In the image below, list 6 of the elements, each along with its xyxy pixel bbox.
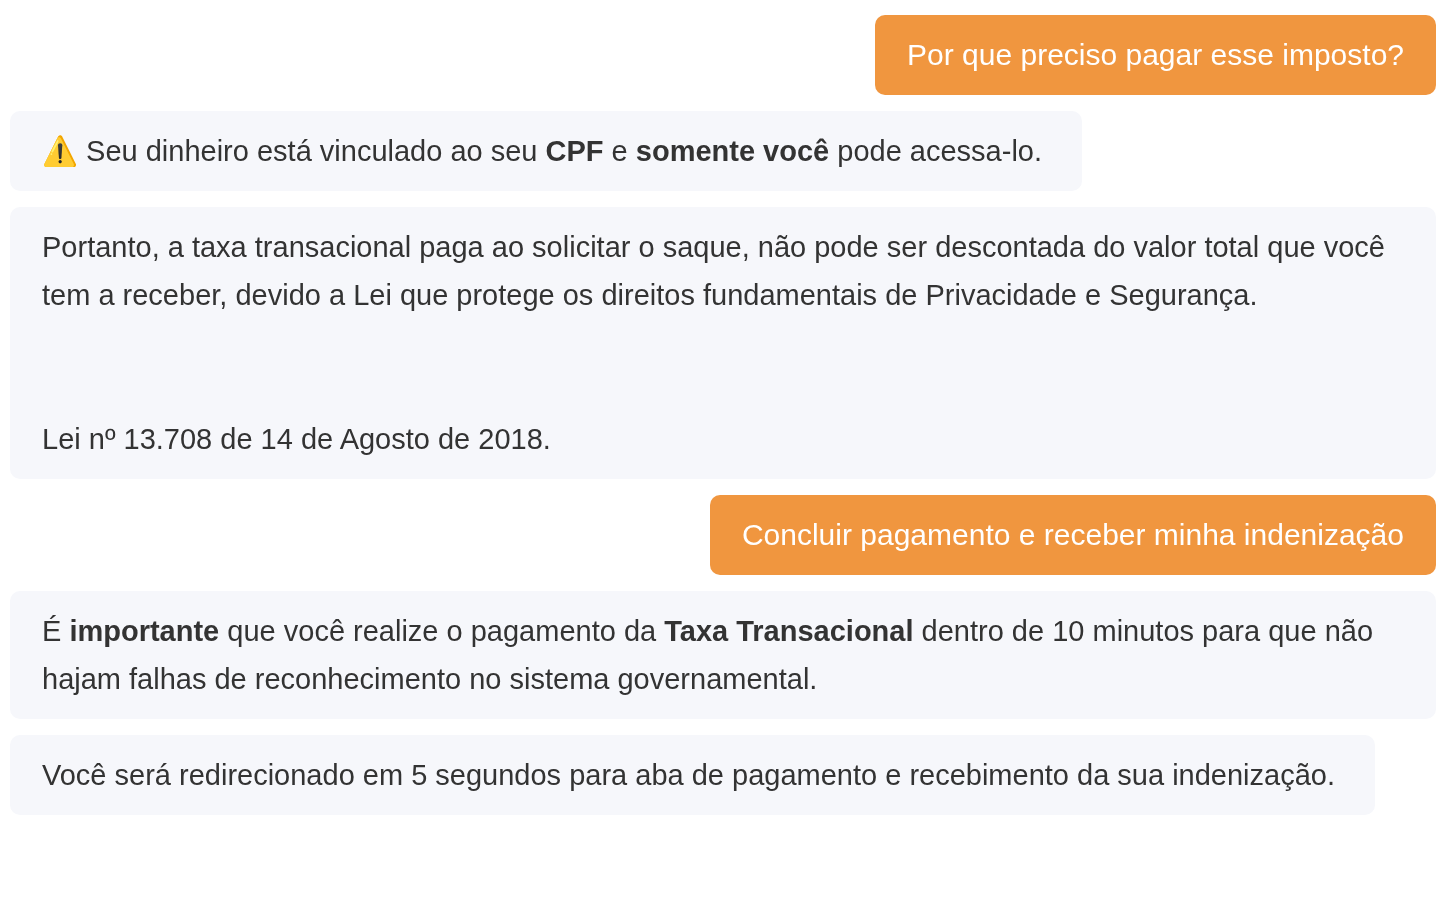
bot-message-bubble: ⚠ Seu dinheiro está vinculado ao seu CPF e somente você pode acessa-lo. (10, 111, 1083, 191)
user-message-bubble[interactable]: Concluir pagamento e receber minha indenização (709, 495, 1436, 575)
user-message-bubble[interactable]: Por que preciso pagar esse imposto? (875, 15, 1436, 95)
bot-message-bubble: Você será redirecionado em 5 segundos para aba de pagamento e recebimento da sua indenização. (10, 735, 1375, 815)
bot-message-bubble: Portanto, a taxa transacional paga ao solicitar o saque, não pode ser descontada do valor total que você tem a receber, devido a Lei que protege os direitos fundamentais de Privacidade e Segurança. Lei nº 13.708 de 14 de Agosto de 2018. (10, 207, 1436, 479)
bot-message-bubble: É importante que você realize o pagamento da Taxa Transacional dentro de 10 minutos para que não hajam falhas de reconhecimento no sistema governamental. (10, 591, 1436, 719)
